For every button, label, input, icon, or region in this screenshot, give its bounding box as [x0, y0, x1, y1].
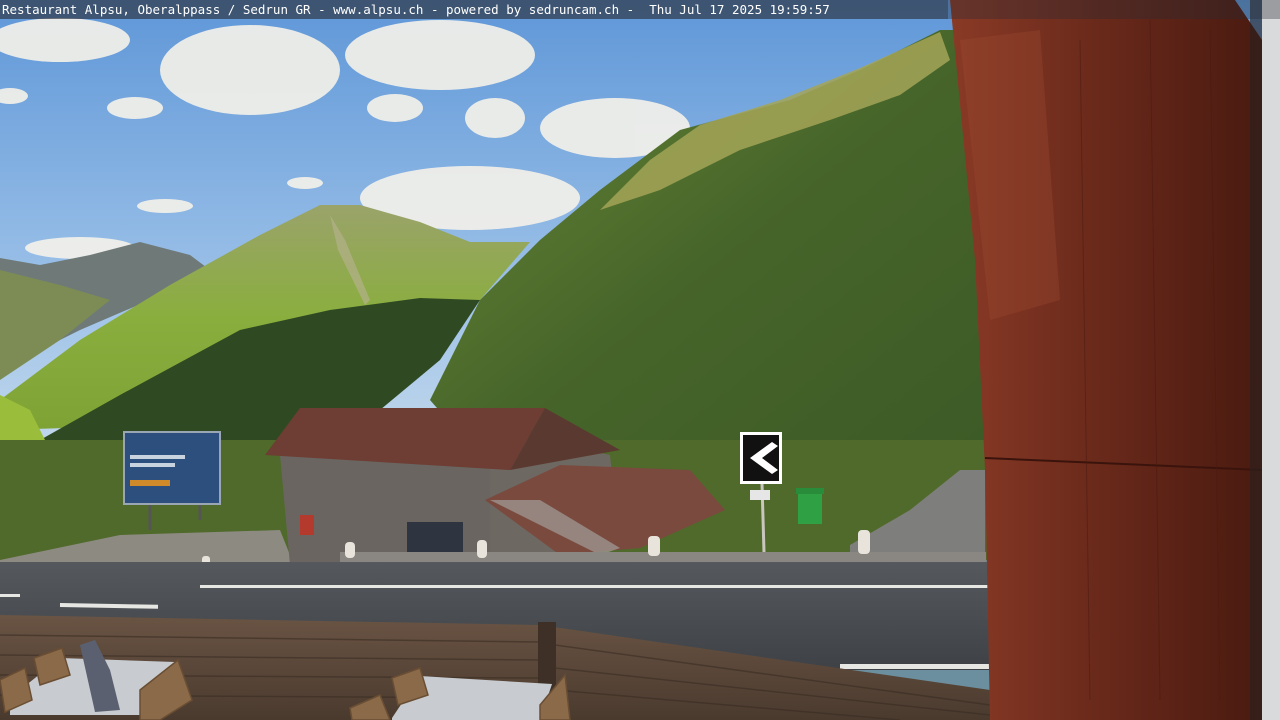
right-edge-frame — [1262, 0, 1280, 720]
webcam-caption: Restaurant Alpsu, Oberalppass / Sedrun G… — [0, 0, 948, 19]
webcam-scene — [0, 0, 1280, 720]
caption-bar-extension — [948, 0, 1280, 19]
right-edge-shade — [1250, 0, 1262, 720]
green-bin — [796, 488, 824, 524]
